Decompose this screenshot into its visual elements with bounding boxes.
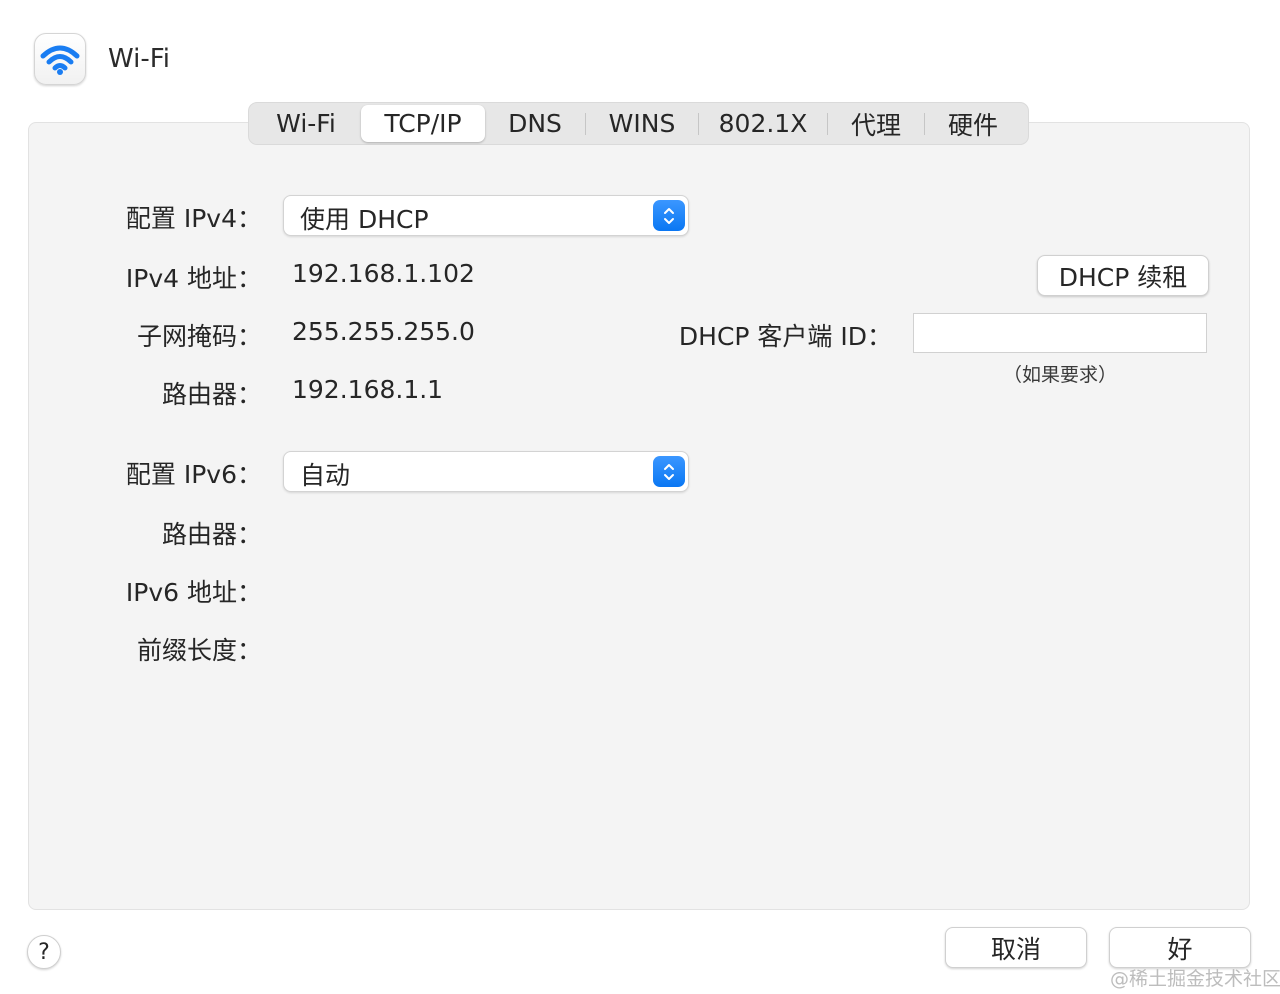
- popup-chevrons-icon: [653, 200, 685, 231]
- configure-ipv6-value: 自动: [300, 461, 351, 490]
- configure-ipv4-value: 使用 DHCP: [300, 205, 429, 234]
- ok-button[interactable]: 好: [1109, 927, 1251, 968]
- tab-hardware[interactable]: 硬件: [925, 105, 1021, 142]
- tab-dns[interactable]: DNS: [485, 105, 585, 142]
- configure-ipv4-popup[interactable]: 使用 DHCP: [283, 195, 689, 236]
- tab-wifi[interactable]: Wi-Fi: [251, 105, 361, 142]
- dhcp-client-id-hint: （如果要求）: [1002, 364, 1117, 386]
- ipv6-address-label: IPv6 地址：: [125, 578, 262, 607]
- watermark: @稀土掘金技术社区: [1110, 968, 1280, 990]
- dhcp-client-id-label: DHCP 客户端 ID：: [678, 322, 892, 351]
- dhcp-renew-button[interactable]: DHCP 续租: [1037, 255, 1209, 296]
- cancel-button[interactable]: 取消: [945, 927, 1087, 968]
- window-title: Wi-Fi: [108, 44, 171, 74]
- wifi-app-icon: [34, 33, 86, 85]
- ipv4-router-label: 路由器：: [161, 380, 262, 409]
- wifi-icon: [40, 45, 80, 75]
- prefix-length-label: 前缀长度：: [136, 636, 262, 665]
- tab-bar: Wi-Fi TCP/IP DNS WINS 802.1X 代理 硬件: [248, 102, 1029, 145]
- configure-ipv6-popup[interactable]: 自动: [283, 451, 689, 492]
- dhcp-client-id-field[interactable]: [913, 313, 1207, 353]
- tab-proxy[interactable]: 代理: [828, 105, 924, 142]
- ipv6-router-label: 路由器：: [161, 520, 262, 549]
- help-button[interactable]: ?: [27, 935, 61, 969]
- subnet-mask-value: 255.255.255.0: [292, 317, 475, 346]
- tab-wins[interactable]: WINS: [586, 105, 698, 142]
- ipv4-address-label: IPv4 地址：: [125, 264, 262, 293]
- configure-ipv6-label: 配置 IPv6：: [125, 460, 262, 489]
- configure-ipv4-label: 配置 IPv4：: [125, 204, 262, 233]
- ipv4-address-value: 192.168.1.102: [292, 259, 475, 288]
- ipv4-router-value: 192.168.1.1: [292, 375, 444, 404]
- popup-chevrons-icon: [653, 456, 685, 487]
- tab-tcpip[interactable]: TCP/IP: [361, 105, 485, 142]
- subnet-mask-label: 子网掩码：: [136, 322, 262, 351]
- tab-8021x[interactable]: 802.1X: [699, 105, 827, 142]
